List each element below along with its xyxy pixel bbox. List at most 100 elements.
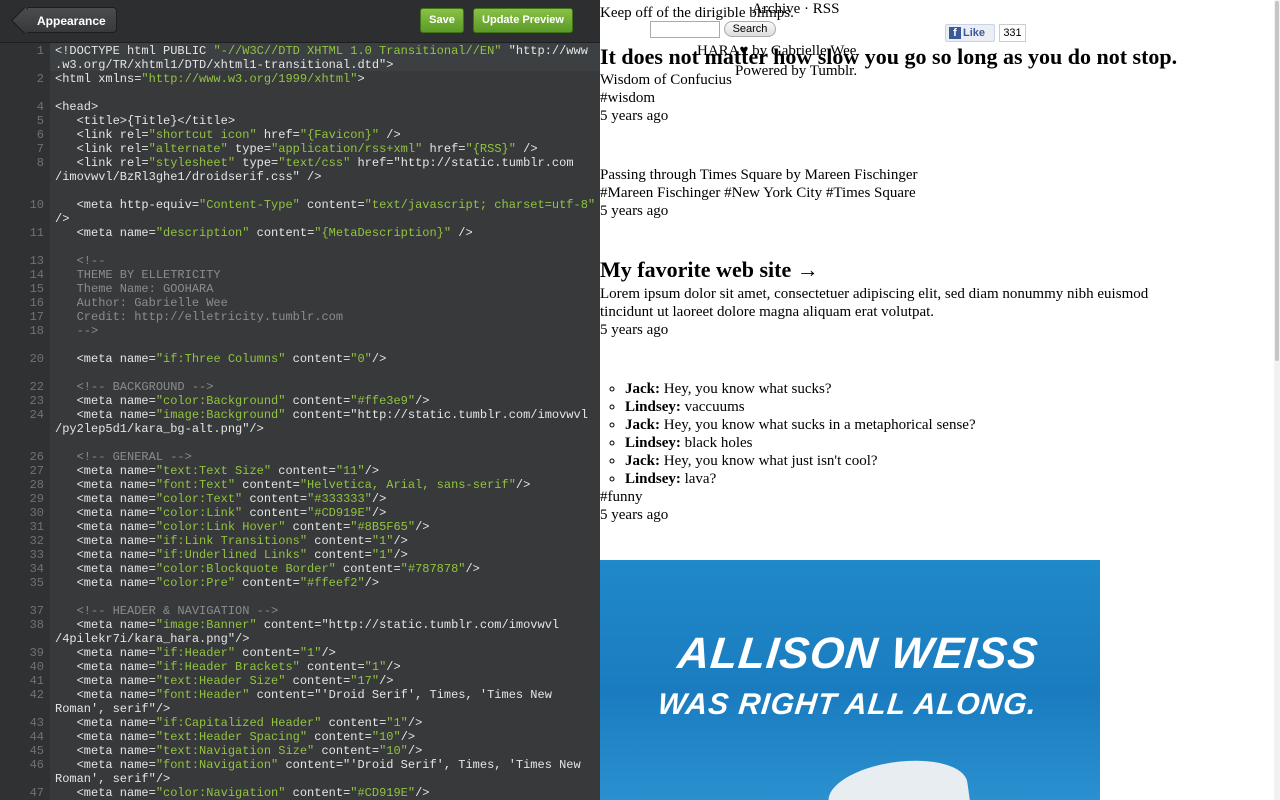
code-line[interactable]: <link rel="stylesheet" type="text/css" h… — [55, 156, 574, 170]
save-button[interactable]: Save — [420, 8, 464, 33]
code-line[interactable]: Roman', serif"/> — [55, 772, 170, 786]
preview-scrollbar[interactable] — [1274, 0, 1280, 800]
code-line[interactable]: <meta name="font:Navigation" content="'D… — [55, 758, 581, 772]
code-line[interactable]: <meta name="if:Link Transitions" content… — [55, 534, 408, 548]
code-line[interactable]: <!-- HEADER & NAVIGATION --> — [55, 604, 279, 618]
code-editor[interactable]: 1 2 4 5 6 7 8 10 11 13 14 15 16 17 18 20 22 23 24 26 27 28 29 3… — [0, 43, 600, 800]
line-number: 33 — [29, 548, 44, 562]
preview-scroll-thumb[interactable] — [1275, 1, 1279, 361]
code-line[interactable]: THEME BY ELLETRICITY — [55, 268, 221, 282]
code-line[interactable]: <meta name="if:Header Brackets" content=… — [55, 660, 401, 674]
photo-post-image[interactable]: ALLISON WEISS WAS RIGHT ALL ALONG. — [600, 560, 1100, 800]
code-line[interactable]: <meta http-equiv="Content-Type" content=… — [55, 198, 596, 212]
line-number: 18 — [29, 324, 44, 338]
search-input[interactable] — [650, 21, 720, 38]
code-line[interactable]: <meta name="image:Banner" content="http:… — [55, 618, 560, 632]
line-number: 24 — [29, 408, 44, 422]
code-line[interactable]: <meta name="text:Header Spacing" content… — [55, 730, 416, 744]
code-line[interactable]: /py2lep5d1/kara_bg-alt.png"/> — [55, 422, 264, 436]
update-preview-button[interactable]: Update Preview — [473, 8, 573, 33]
line-number: 32 — [29, 534, 44, 548]
code-line[interactable]: <meta name="if:Header" content="1"/> — [55, 646, 336, 660]
line-number: 43 — [29, 716, 44, 730]
image-text-line2: WAS RIGHT ALL ALONG. — [656, 688, 1039, 721]
code-line[interactable]: <meta name="color:Navigation" content="#… — [55, 786, 430, 800]
line-number: 45 — [29, 744, 44, 758]
code-line[interactable]: .w3.org/TR/xhtml1/DTD/xhtml1-transitiona… — [55, 58, 393, 72]
code-line[interactable]: <meta name="text:Header Size" content="1… — [55, 674, 394, 688]
post-tag[interactable]: #funny — [600, 488, 643, 506]
code-line[interactable]: <meta name="color:Blockquote Border" con… — [55, 562, 480, 576]
line-number-gutter: 1 2 4 5 6 7 8 10 11 13 14 15 16 17 18 20 22 23 24 26 27 28 29 3… — [0, 43, 50, 800]
post-timestamp[interactable]: 5 years ago — [600, 506, 668, 524]
post-timestamp[interactable]: 5 years ago — [600, 202, 668, 220]
chat-text: Hey, you know what sucks? — [660, 381, 832, 397]
code-line[interactable]: <link rel="shortcut icon" href="{Favicon… — [55, 128, 401, 142]
code-line[interactable]: <meta name="if:Three Columns" content="0… — [55, 352, 387, 366]
post-tags[interactable]: #Mareen Fischinger #New York City #Times… — [600, 184, 916, 202]
code-line[interactable]: <meta name="image:Background" content="h… — [55, 408, 588, 422]
code-line[interactable]: /> — [55, 212, 69, 226]
line-number: 7 — [36, 142, 44, 156]
code-line[interactable]: <html xmlns="http://www.w3.org/1999/xhtm… — [55, 72, 365, 86]
code-line[interactable]: <meta name="description" content="{MetaD… — [55, 226, 473, 240]
line-number: 46 — [29, 758, 44, 772]
chat-text: vaccuums — [680, 399, 745, 415]
photo-caption: Passing through Times Square by Mareen F… — [600, 167, 918, 183]
code-line[interactable]: <meta name="font:Header" content="'Droid… — [55, 688, 552, 702]
line-number: 8 — [36, 156, 44, 170]
post-timestamp[interactable]: 5 years ago — [600, 107, 668, 125]
code-line[interactable]: Credit: http://elletricity.tumblr.com — [55, 310, 343, 324]
code-line[interactable]: <meta name="if:Underlined Links" content… — [55, 548, 408, 562]
code-line[interactable]: <meta name="color:Pre" content="#ffeef2"… — [55, 576, 379, 590]
line-number: 17 — [29, 310, 44, 324]
code-line[interactable]: Author: Gabrielle Wee — [55, 296, 228, 310]
code-line[interactable]: /4pilekr7i/kara_hara.png"/> — [55, 632, 249, 646]
code-line[interactable]: <meta name="if:Capitalized Header" conte… — [55, 716, 423, 730]
chat-post: Jack: Hey, you know what sucks?Lindsey: … — [600, 380, 976, 488]
chat-speaker: Lindsey: — [625, 399, 681, 415]
line-number: 26 — [29, 450, 44, 464]
search-button[interactable]: Search — [724, 21, 776, 37]
code-line[interactable]: <link rel="alternate" type="application/… — [55, 142, 538, 156]
code-line[interactable]: <!-- BACKGROUND --> — [55, 380, 214, 394]
post-tag[interactable]: #wisdom — [600, 89, 655, 107]
line-number: 4 — [36, 100, 44, 114]
link-post-title[interactable]: My favorite web site → — [600, 257, 819, 283]
code-line[interactable]: <meta name="color:Background" content="#… — [55, 394, 430, 408]
code-line[interactable]: <meta name="text:Text Size" content="11"… — [55, 464, 379, 478]
facebook-like-label: Like — [963, 27, 986, 39]
appearance-back-label: Appearance — [37, 14, 106, 28]
link-post-body: Lorem ipsum dolor sit amet, consectetuer… — [600, 286, 1149, 302]
nav-links[interactable]: Archive · RSS — [752, 0, 840, 18]
line-number: 13 — [29, 254, 44, 268]
line-number: 22 — [29, 380, 44, 394]
code-line[interactable]: <!DOCTYPE html PUBLIC "-//W3C//DTD XHTML… — [55, 44, 588, 58]
code-line[interactable]: --> — [55, 324, 99, 338]
chat-text: Hey, you know what just isn't cool? — [660, 453, 878, 469]
code-line[interactable]: Roman', serif"/> — [55, 702, 170, 716]
code-line[interactable]: <meta name="text:Navigation Size" conten… — [55, 744, 423, 758]
code-line[interactable]: <meta name="font:Text" content="Helvetic… — [55, 478, 531, 492]
code-line[interactable]: <meta name="color:Link Hover" content="#… — [55, 520, 430, 534]
code-line[interactable]: Theme Name: GOOHARA — [55, 282, 214, 296]
code-line[interactable]: <title>{Title}</title> — [55, 114, 235, 128]
code-line[interactable]: <!-- GENERAL --> — [55, 450, 192, 464]
code-line[interactable]: <!-- — [55, 254, 106, 268]
editor-toolbar: Appearance Save Update Preview — [0, 0, 600, 43]
line-number: 14 — [29, 268, 44, 282]
line-number: 16 — [29, 296, 44, 310]
post-timestamp[interactable]: 5 years ago — [600, 321, 668, 339]
code-line[interactable]: <meta name="color:Link" content="#CD919E… — [55, 506, 387, 520]
line-number: 23 — [29, 394, 44, 408]
quote-source: Wisdom of Confucius — [600, 72, 732, 88]
code-line[interactable]: /imovwvl/BzRl3ghe1/droidserif.css" /> — [55, 170, 321, 184]
appearance-back-button[interactable]: Appearance — [28, 7, 117, 33]
line-number: 30 — [29, 506, 44, 520]
chat-speaker: Jack: — [625, 453, 660, 469]
code-line[interactable]: <head> — [55, 100, 98, 114]
line-number: 31 — [29, 520, 44, 534]
facebook-like-button[interactable]: f Like — [945, 24, 995, 42]
code-line[interactable]: <meta name="color:Text" content="#333333… — [55, 492, 387, 506]
theme-editor-panel: Appearance Save Update Preview 1 2 4 5 6 7 8 10… — [0, 0, 600, 800]
